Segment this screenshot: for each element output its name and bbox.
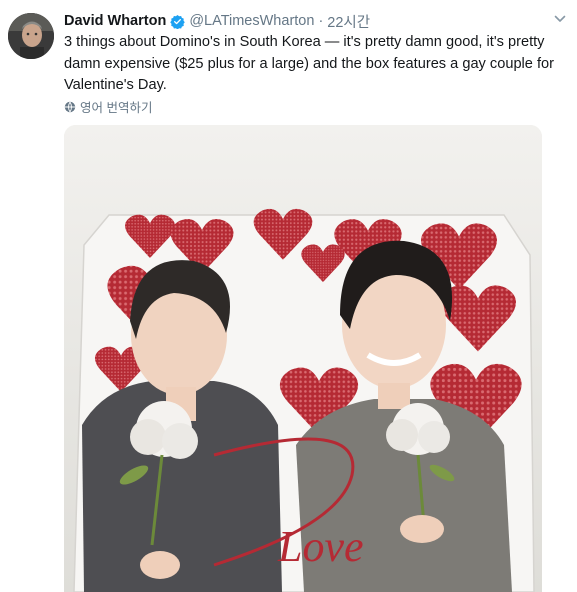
- tweet-header: David Wharton @LATimesWharton · 22시간: [64, 11, 370, 31]
- translate-label: 영어 번역하기: [80, 101, 153, 115]
- tweet-card: David Wharton @LATimesWharton · 22시간 3 t…: [0, 0, 577, 592]
- chevron-down-icon[interactable]: [553, 12, 567, 26]
- avatar[interactable]: [8, 13, 54, 59]
- love-script: Love: [277, 522, 364, 571]
- user-handle[interactable]: @LATimesWharton: [189, 13, 314, 29]
- translate-link[interactable]: 영어 번역하기: [64, 97, 152, 116]
- display-name[interactable]: David Wharton: [64, 13, 166, 29]
- timestamp[interactable]: 22시간: [327, 11, 370, 32]
- tweet-text: 3 things about Domino's in South Korea —…: [64, 34, 559, 93]
- verified-badge-icon: [170, 14, 186, 29]
- separator-dot: ·: [318, 13, 324, 29]
- tweet-photo[interactable]: Love: [64, 125, 542, 592]
- globe-icon: [64, 101, 76, 112]
